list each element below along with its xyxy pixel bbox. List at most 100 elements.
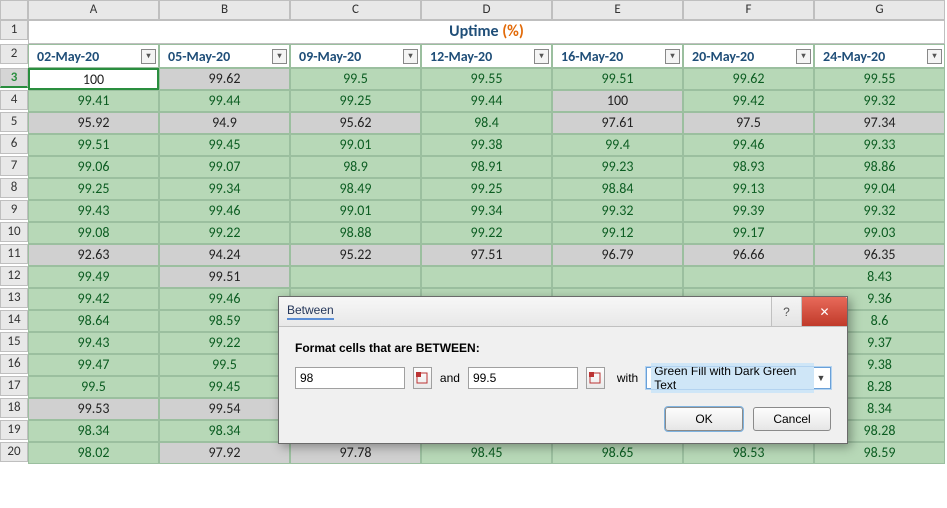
filter-button[interactable]: ▾	[796, 49, 811, 64]
data-cell[interactable]: 99.44	[159, 90, 290, 112]
from-value-input[interactable]	[295, 367, 405, 389]
column-header[interactable]: C	[290, 0, 421, 20]
data-cell[interactable]: 100	[28, 68, 159, 90]
data-cell[interactable]: 99.47	[28, 354, 159, 376]
data-cell[interactable]: 99.43	[28, 332, 159, 354]
filter-button[interactable]: ▾	[403, 49, 418, 64]
data-cell[interactable]: 98.53	[683, 442, 814, 464]
range-picker-button-1[interactable]	[413, 367, 432, 389]
data-cell[interactable]: 99.53	[28, 398, 159, 420]
date-header-cell[interactable]: 16-May-20▾	[552, 44, 683, 68]
row-header[interactable]: 13	[0, 288, 28, 308]
data-cell[interactable]: 94.24	[159, 244, 290, 266]
date-header-cell[interactable]: 05-May-20▾	[159, 44, 290, 68]
data-cell[interactable]: 99.08	[28, 222, 159, 244]
data-cell[interactable]: 99.54	[159, 398, 290, 420]
data-cell[interactable]: 99.04	[814, 178, 945, 200]
data-cell[interactable]: 99.06	[28, 156, 159, 178]
data-cell[interactable]: 96.35	[814, 244, 945, 266]
data-cell[interactable]: 99.22	[159, 222, 290, 244]
data-cell[interactable]	[421, 266, 552, 288]
format-dropdown[interactable]: Green Fill with Dark Green Text ▼	[646, 367, 831, 389]
dialog-titlebar[interactable]: Between ? ✕	[279, 297, 847, 327]
data-cell[interactable]: 99.55	[421, 68, 552, 90]
range-picker-button-2[interactable]	[586, 367, 605, 389]
data-cell[interactable]: 99.5	[290, 68, 421, 90]
data-cell[interactable]: 99.43	[28, 200, 159, 222]
data-cell[interactable]: 98.45	[421, 442, 552, 464]
date-header-cell[interactable]: 02-May-20▾	[28, 44, 159, 68]
data-cell[interactable]: 99.51	[552, 68, 683, 90]
data-cell[interactable]: 98.65	[552, 442, 683, 464]
data-cell[interactable]	[552, 266, 683, 288]
row-header[interactable]: 5	[0, 112, 28, 132]
column-header[interactable]: A	[28, 0, 159, 20]
data-cell[interactable]: 95.22	[290, 244, 421, 266]
row-header[interactable]: 19	[0, 420, 28, 440]
data-cell[interactable]: 99.39	[683, 200, 814, 222]
data-cell[interactable]: 99.46	[159, 200, 290, 222]
row-header[interactable]: 11	[0, 244, 28, 264]
data-cell[interactable]: 97.51	[421, 244, 552, 266]
data-cell[interactable]: 97.61	[552, 112, 683, 134]
data-cell[interactable]: 98.91	[421, 156, 552, 178]
data-cell[interactable]: 99.62	[683, 68, 814, 90]
row-header[interactable]: 14	[0, 310, 28, 330]
data-cell[interactable]: 99.32	[814, 200, 945, 222]
data-cell[interactable]: 99.44	[421, 90, 552, 112]
date-header-cell[interactable]: 12-May-20▾	[421, 44, 552, 68]
column-header[interactable]: B	[159, 0, 290, 20]
data-cell[interactable]: 99.5	[159, 354, 290, 376]
row-header[interactable]: 17	[0, 376, 28, 396]
data-cell[interactable]: 97.78	[290, 442, 421, 464]
data-cell[interactable]: 99.34	[159, 178, 290, 200]
column-header[interactable]: G	[814, 0, 945, 20]
ok-button[interactable]: OK	[665, 407, 743, 431]
data-cell[interactable]: 96.66	[683, 244, 814, 266]
column-header[interactable]: D	[421, 0, 552, 20]
date-header-cell[interactable]: 09-May-20▾	[290, 44, 421, 68]
column-header[interactable]: F	[683, 0, 814, 20]
row-header[interactable]: 1	[0, 20, 28, 40]
data-cell[interactable]: 98.34	[28, 420, 159, 442]
row-header[interactable]: 9	[0, 200, 28, 220]
data-cell[interactable]: 98.84	[552, 178, 683, 200]
data-cell[interactable]: 99.07	[159, 156, 290, 178]
data-cell[interactable]: 98.02	[28, 442, 159, 464]
row-header[interactable]: 18	[0, 398, 28, 418]
data-cell[interactable]: 99.13	[683, 178, 814, 200]
row-header[interactable]: 20	[0, 442, 28, 462]
data-cell[interactable]: 99.23	[552, 156, 683, 178]
row-header[interactable]: 16	[0, 354, 28, 374]
data-cell[interactable]: 99.55	[814, 68, 945, 90]
data-cell[interactable]: 99.22	[421, 222, 552, 244]
row-header[interactable]: 12	[0, 266, 28, 286]
data-cell[interactable]: 99.49	[28, 266, 159, 288]
data-cell[interactable]: 99.01	[290, 134, 421, 156]
data-cell[interactable]: 99.17	[683, 222, 814, 244]
data-cell[interactable]: 99.51	[159, 266, 290, 288]
data-cell[interactable]: 98.93	[683, 156, 814, 178]
cancel-button[interactable]: Cancel	[753, 407, 831, 431]
data-cell[interactable]: 99.34	[421, 200, 552, 222]
data-cell[interactable]: 99.62	[159, 68, 290, 90]
filter-button[interactable]: ▾	[665, 49, 680, 64]
data-cell[interactable]: 95.92	[28, 112, 159, 134]
help-button[interactable]: ?	[771, 297, 801, 326]
data-cell[interactable]: 99.41	[28, 90, 159, 112]
row-header[interactable]: 3	[0, 68, 28, 88]
data-cell[interactable]: 98.59	[814, 442, 945, 464]
to-value-input[interactable]	[468, 367, 578, 389]
data-cell[interactable]: 99.45	[159, 134, 290, 156]
data-cell[interactable]: 98.4	[421, 112, 552, 134]
data-cell[interactable]: 99.25	[421, 178, 552, 200]
data-cell[interactable]: 97.34	[814, 112, 945, 134]
row-header[interactable]: 10	[0, 222, 28, 242]
data-cell[interactable]: 99.22	[159, 332, 290, 354]
row-header[interactable]: 7	[0, 156, 28, 176]
data-cell[interactable]	[290, 266, 421, 288]
date-header-cell[interactable]: 20-May-20▾	[683, 44, 814, 68]
select-all-corner[interactable]	[0, 0, 28, 20]
data-cell[interactable]: 99.25	[290, 90, 421, 112]
row-header[interactable]: 2	[0, 44, 28, 64]
